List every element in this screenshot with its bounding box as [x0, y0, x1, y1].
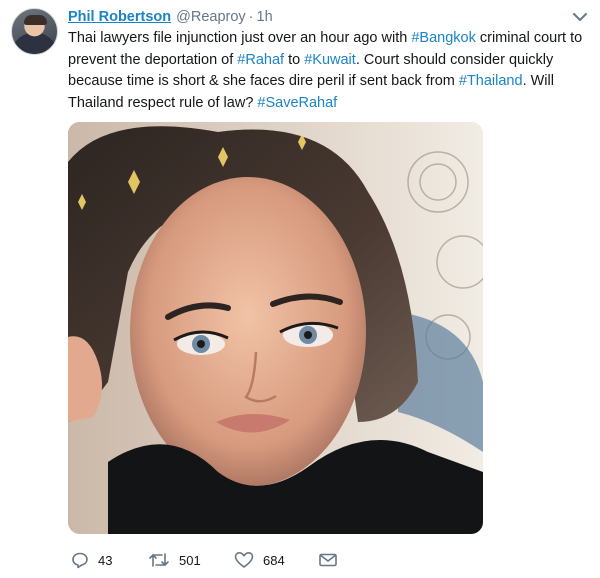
header-separator: · — [248, 9, 254, 25]
photo-illustration — [68, 122, 483, 534]
envelope-icon — [318, 551, 338, 569]
author-handle[interactable]: @Reaproy — [176, 9, 246, 25]
direct-message-button[interactable] — [318, 548, 338, 572]
reply-button[interactable]: 43 — [71, 548, 112, 572]
retweet-button[interactable]: 501 — [148, 548, 201, 572]
tweet-card[interactable]: Phil Robertson @Reaproy · 1h Thai lawyer… — [0, 0, 600, 578]
avatar[interactable] — [11, 8, 58, 55]
hashtag-link[interactable]: #SaveRahaf — [257, 95, 337, 111]
tweet-header: Phil Robertson @Reaproy · 1h — [68, 9, 273, 27]
chevron-down-icon[interactable] — [572, 10, 588, 22]
tweet-text: Thai lawyers file injunction just over a… — [68, 28, 592, 114]
retweet-arrows-icon — [148, 551, 170, 569]
avatar-hair-shape — [24, 15, 47, 25]
like-count: 684 — [263, 552, 285, 568]
like-button[interactable]: 684 — [234, 548, 285, 572]
tweet-text-segment: to — [284, 51, 305, 68]
timestamp[interactable]: 1h — [257, 9, 273, 25]
hashtag-link[interactable]: #Rahaf — [237, 52, 284, 68]
retweet-count: 501 — [179, 552, 201, 568]
reply-bubble-icon — [71, 551, 89, 569]
reply-count: 43 — [98, 552, 113, 568]
tweet-text-segment: Thai lawyers file injunction just over a… — [68, 30, 412, 46]
tweet-photo[interactable] — [68, 122, 483, 534]
hashtag-link[interactable]: #Bangkok — [411, 30, 476, 46]
hashtag-link[interactable]: #Kuwait — [304, 52, 356, 68]
hashtag-link[interactable]: #Thailand — [459, 73, 523, 89]
heart-icon — [234, 551, 254, 569]
author-name[interactable]: Phil Robertson — [68, 9, 171, 25]
